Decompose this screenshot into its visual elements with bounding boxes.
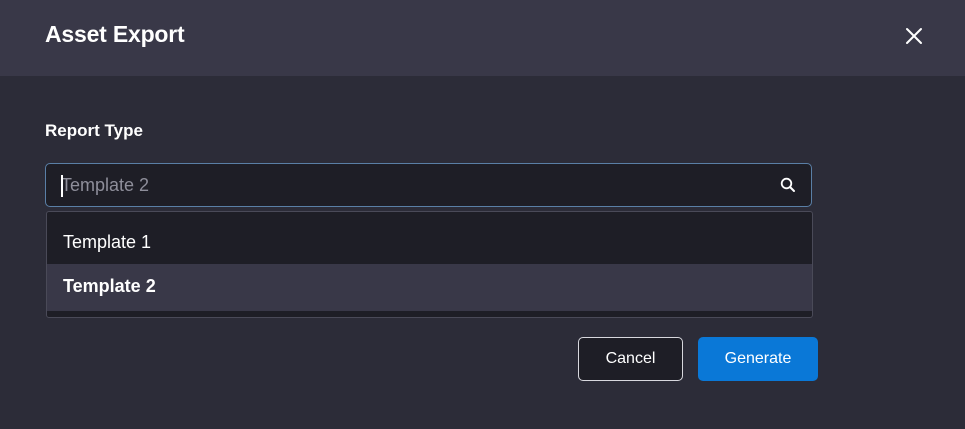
dropdown-option-template-1[interactable]: Template 1	[47, 220, 812, 264]
dropdown-partial-item	[47, 308, 812, 311]
close-icon	[906, 28, 922, 44]
text-caret	[61, 175, 63, 197]
generate-button[interactable]: Generate	[698, 337, 818, 381]
option-label: Template 2	[63, 275, 156, 296]
report-type-search-input[interactable]	[61, 164, 761, 206]
report-type-label: Report Type	[45, 121, 143, 140]
dropdown-option-template-2[interactable]: Template 2	[47, 264, 812, 308]
report-type-search-box[interactable]	[45, 163, 812, 207]
asset-export-dialog: Asset Export Report Type Template 1 Temp…	[0, 0, 965, 429]
close-button[interactable]	[899, 21, 929, 51]
cancel-button[interactable]: Cancel	[578, 337, 683, 381]
option-label: Template 1	[63, 231, 152, 252]
dialog-header: Asset Export	[0, 0, 965, 76]
dialog-title: Asset Export	[45, 21, 185, 47]
search-icon[interactable]	[779, 176, 797, 194]
report-type-dropdown: Template 1 Template 2	[46, 211, 813, 318]
